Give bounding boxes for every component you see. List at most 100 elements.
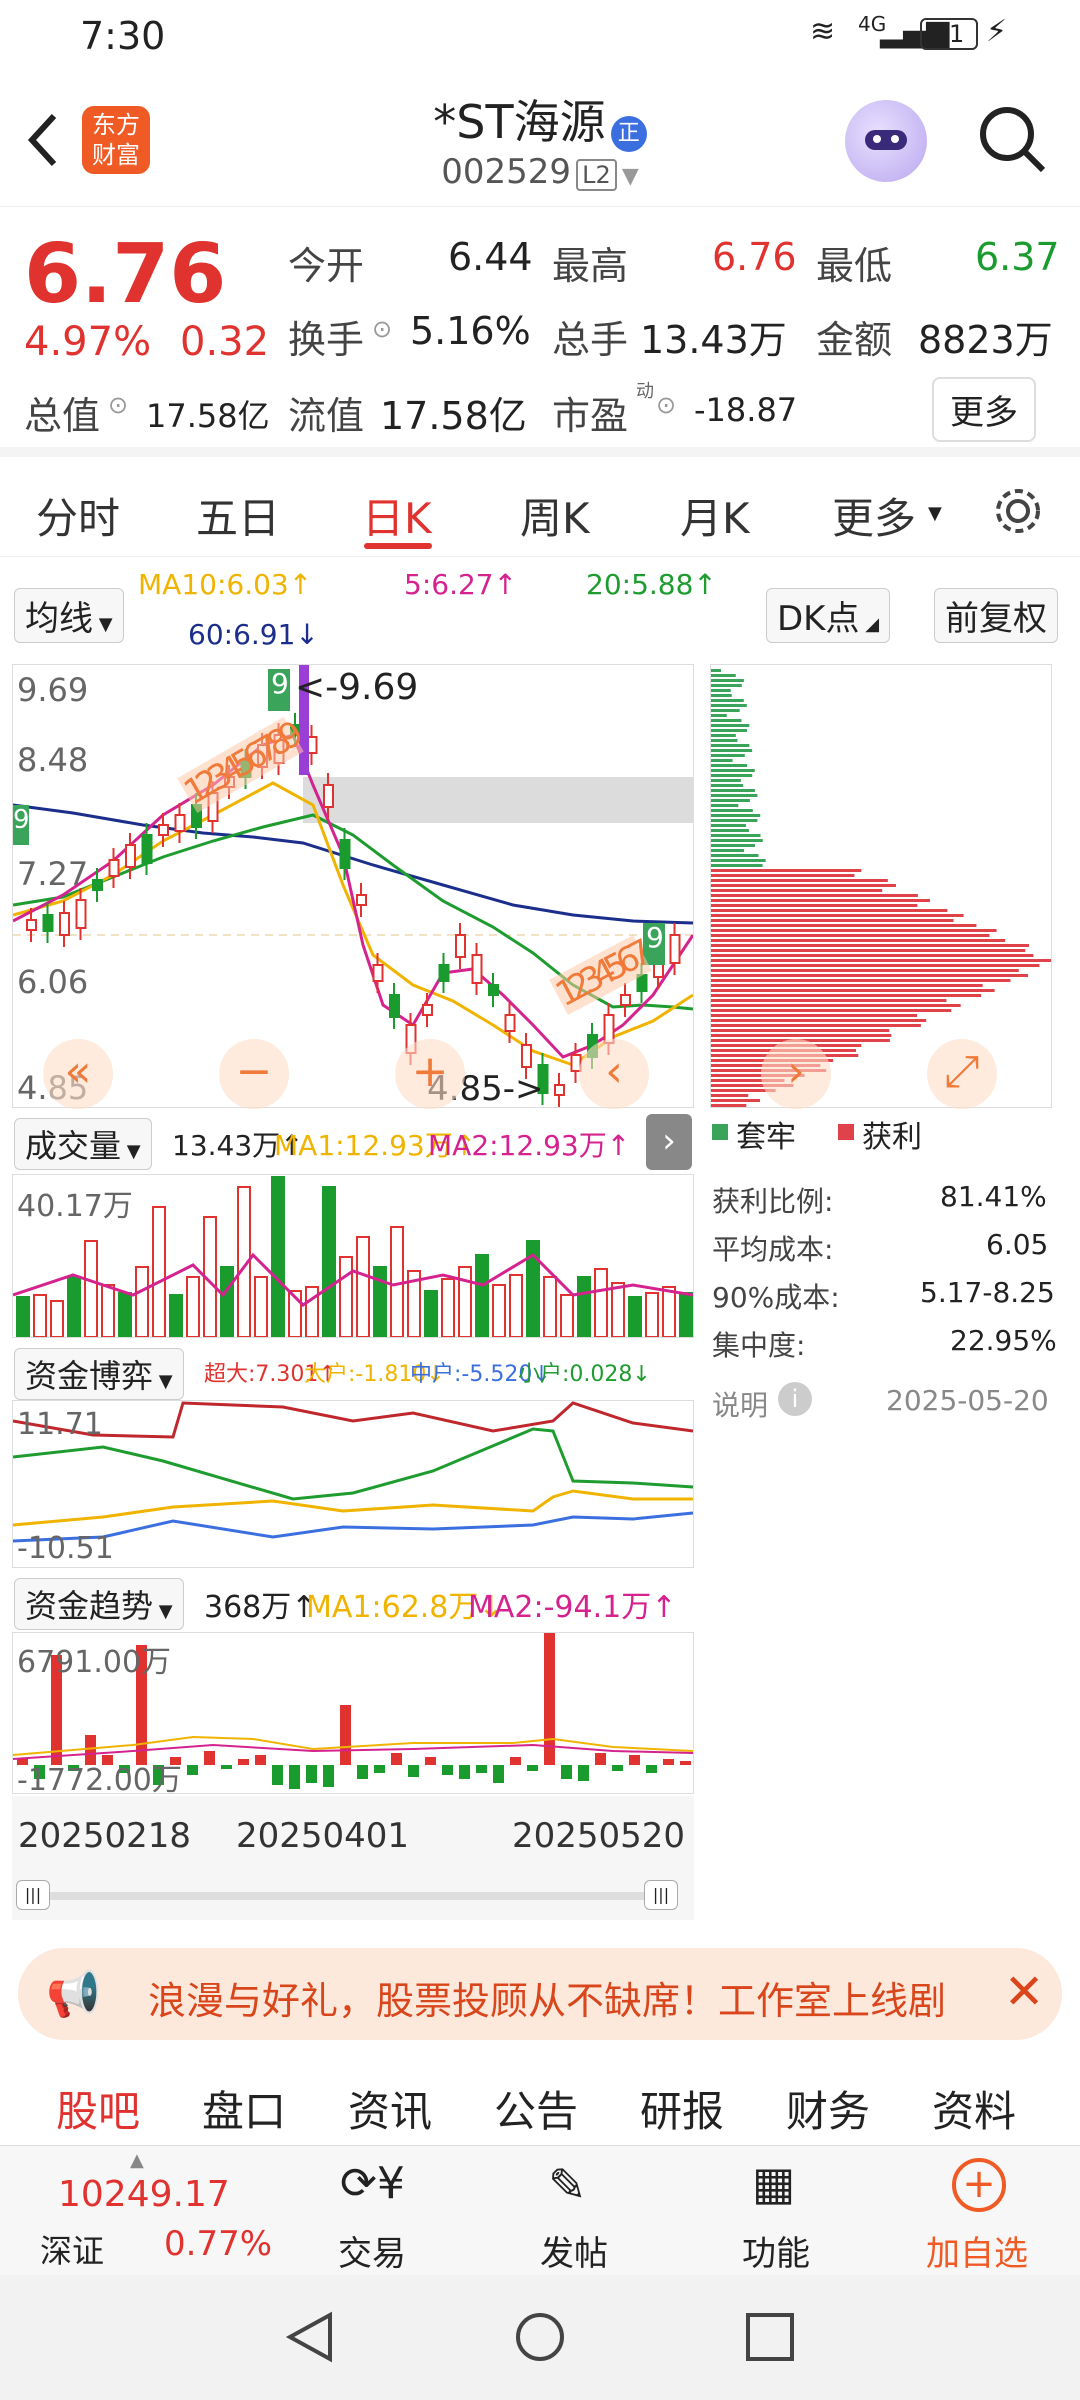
chip-bar-profit (711, 994, 982, 997)
trade-label[interactable]: 交易 (338, 2226, 406, 2275)
zoom-out-icon[interactable]: − (219, 1039, 289, 1109)
gear-icon[interactable] (990, 483, 1046, 539)
expand-icon[interactable]: ⤢ (927, 1039, 997, 1109)
search-icon[interactable] (975, 102, 1049, 176)
chip-bar-trapped (711, 724, 750, 727)
tab-news[interactable]: 资讯 (348, 2078, 432, 2139)
range-scrollbar[interactable]: ||| ||| (12, 1870, 694, 1920)
tab-finance[interactable]: 财务 (786, 2078, 870, 2139)
robot-assistant-icon[interactable] (845, 100, 927, 182)
scroll-right-icon[interactable]: ‹ (579, 1039, 649, 1109)
tab-more[interactable]: 更多 (832, 485, 916, 546)
capital-trend-bar (493, 1765, 504, 1783)
range-handle-left[interactable]: ||| (16, 1880, 50, 1910)
capital-trend-bar (646, 1765, 657, 1773)
chip-bar-trapped (711, 699, 744, 702)
capital-trend-bar (527, 1765, 538, 1771)
pe-superscript: 动 (636, 381, 654, 402)
tab-intraday[interactable]: 分时 (36, 485, 120, 546)
kline-svg (13, 665, 693, 1107)
zoom-in-icon[interactable]: + (395, 1039, 465, 1109)
candle-body (504, 1014, 516, 1032)
more-button[interactable]: 更多 (932, 377, 1036, 442)
candle-body (438, 964, 450, 982)
tab-profile[interactable]: 资料 (932, 2078, 1016, 2139)
chip-bar-profit (711, 919, 954, 922)
chip-distribution[interactable]: › ⤢ (710, 664, 1061, 1109)
candle-body (174, 814, 186, 832)
capital-game-selector[interactable]: 资金博弈 ▼ (14, 1348, 184, 1400)
kline-chart[interactable]: 9 9 9 9.69 8.48 7.27 6.06 4.85 <-9.69 4.… (12, 664, 694, 1109)
volume-bar (169, 1294, 183, 1338)
chevron-down-icon: ▼ (928, 503, 942, 524)
volume-bar (611, 1282, 625, 1338)
low-value: 6.37 (975, 235, 1060, 279)
collapse-arrow-icon[interactable]: › (646, 1114, 692, 1170)
volume-bar (662, 1286, 676, 1338)
ma-selector[interactable]: 均线 ▼ (14, 588, 124, 643)
float-label: 流值 (288, 394, 365, 438)
chip-bar-profit (711, 1104, 747, 1107)
tab-announcements[interactable]: 公告 (494, 2078, 578, 2139)
candle-body (75, 899, 87, 929)
volume-selector[interactable]: 成交量 ▼ (14, 1118, 152, 1170)
ma-selector-label: 均线 (25, 599, 93, 639)
trade-icon[interactable]: ⟳¥ (340, 2158, 405, 2209)
note-label[interactable]: 说明 (712, 1384, 768, 1424)
dk-point-selector[interactable]: DK点 ◢ (766, 588, 891, 643)
promo-banner[interactable]: 📢 浪漫与好礼，股票投顾从不缺席！工作室上线剧 ✕ (18, 1948, 1062, 2040)
tab-monthly[interactable]: 月K (680, 485, 750, 546)
post-label[interactable]: 发帖 (540, 2226, 608, 2275)
home-nav-icon[interactable] (512, 2309, 568, 2365)
post-icon[interactable]: ✎ (548, 2158, 587, 2212)
chip-bar-trapped (711, 734, 736, 737)
capital-trend-bar (374, 1765, 385, 1773)
volume-bar (322, 1186, 336, 1338)
add-watchlist-icon[interactable]: + (952, 2158, 1006, 2212)
info-icon[interactable]: i (778, 1382, 812, 1416)
tab-orderbook[interactable]: 盘口 (202, 2078, 286, 2139)
capital-trend-selector[interactable]: 资金趋势 ▼ (14, 1578, 184, 1630)
tab-5day[interactable]: 五日 (196, 485, 280, 546)
candle-body (92, 879, 103, 891)
chip-bar-profit (711, 1094, 749, 1097)
turnover-value: 5.16% (410, 309, 531, 353)
chip-bar-trapped (711, 729, 748, 732)
tab-weekly[interactable]: 周K (520, 485, 590, 546)
volume-bar (101, 1284, 115, 1338)
corner-icon: ◢ (859, 614, 880, 635)
volume-bar (186, 1276, 200, 1338)
capital-trend-bar (459, 1765, 470, 1779)
info-icon[interactable]: ⊙ (656, 391, 676, 419)
recents-nav-icon[interactable] (742, 2309, 798, 2365)
scroll-left-icon[interactable]: « (43, 1039, 113, 1109)
capital-game-chart[interactable]: 11.71 -10.51 (12, 1400, 694, 1568)
chip-bar-trapped (711, 814, 761, 817)
chip-bar-profit (711, 969, 1019, 972)
info-icon[interactable]: ⊙ (372, 315, 392, 343)
chevron-down-icon: ▼ (121, 1141, 141, 1162)
candle-body (59, 912, 70, 936)
tab-forum[interactable]: 股吧 (56, 2078, 140, 2139)
volume-chart[interactable]: 40.17万 (12, 1174, 694, 1338)
add-watchlist-label[interactable]: 加自选 (926, 2226, 1028, 2275)
info-icon[interactable]: ⊙ (108, 391, 128, 419)
candle-body (356, 894, 367, 906)
function-icon[interactable]: ▦ (752, 2156, 795, 2210)
adjust-selector[interactable]: 前复权 (934, 588, 1058, 643)
volume-label: 总手 (552, 318, 629, 362)
back-nav-icon[interactable] (282, 2309, 338, 2365)
capital-trend-chart[interactable]: 6791.00万 -1772.00万 (12, 1575, 694, 1798)
close-icon[interactable]: ✕ (1004, 1964, 1044, 2020)
index-value[interactable]: 10249.17 (58, 2174, 230, 2215)
range-handle-right[interactable]: ||| (644, 1880, 678, 1910)
chip-bar-trapped (711, 764, 748, 767)
function-label[interactable]: 功能 (742, 2226, 810, 2275)
capital-trend-bar (425, 1757, 436, 1765)
chevron-right-icon[interactable]: › (761, 1039, 831, 1109)
avg-cost-label: 平均成本: (712, 1233, 834, 1266)
tab-daily[interactable]: 日K (362, 485, 432, 546)
tab-research[interactable]: 研报 (640, 2078, 724, 2139)
concentration-label: 集中度: (712, 1329, 806, 1362)
stock-code: 002529 (441, 152, 572, 192)
